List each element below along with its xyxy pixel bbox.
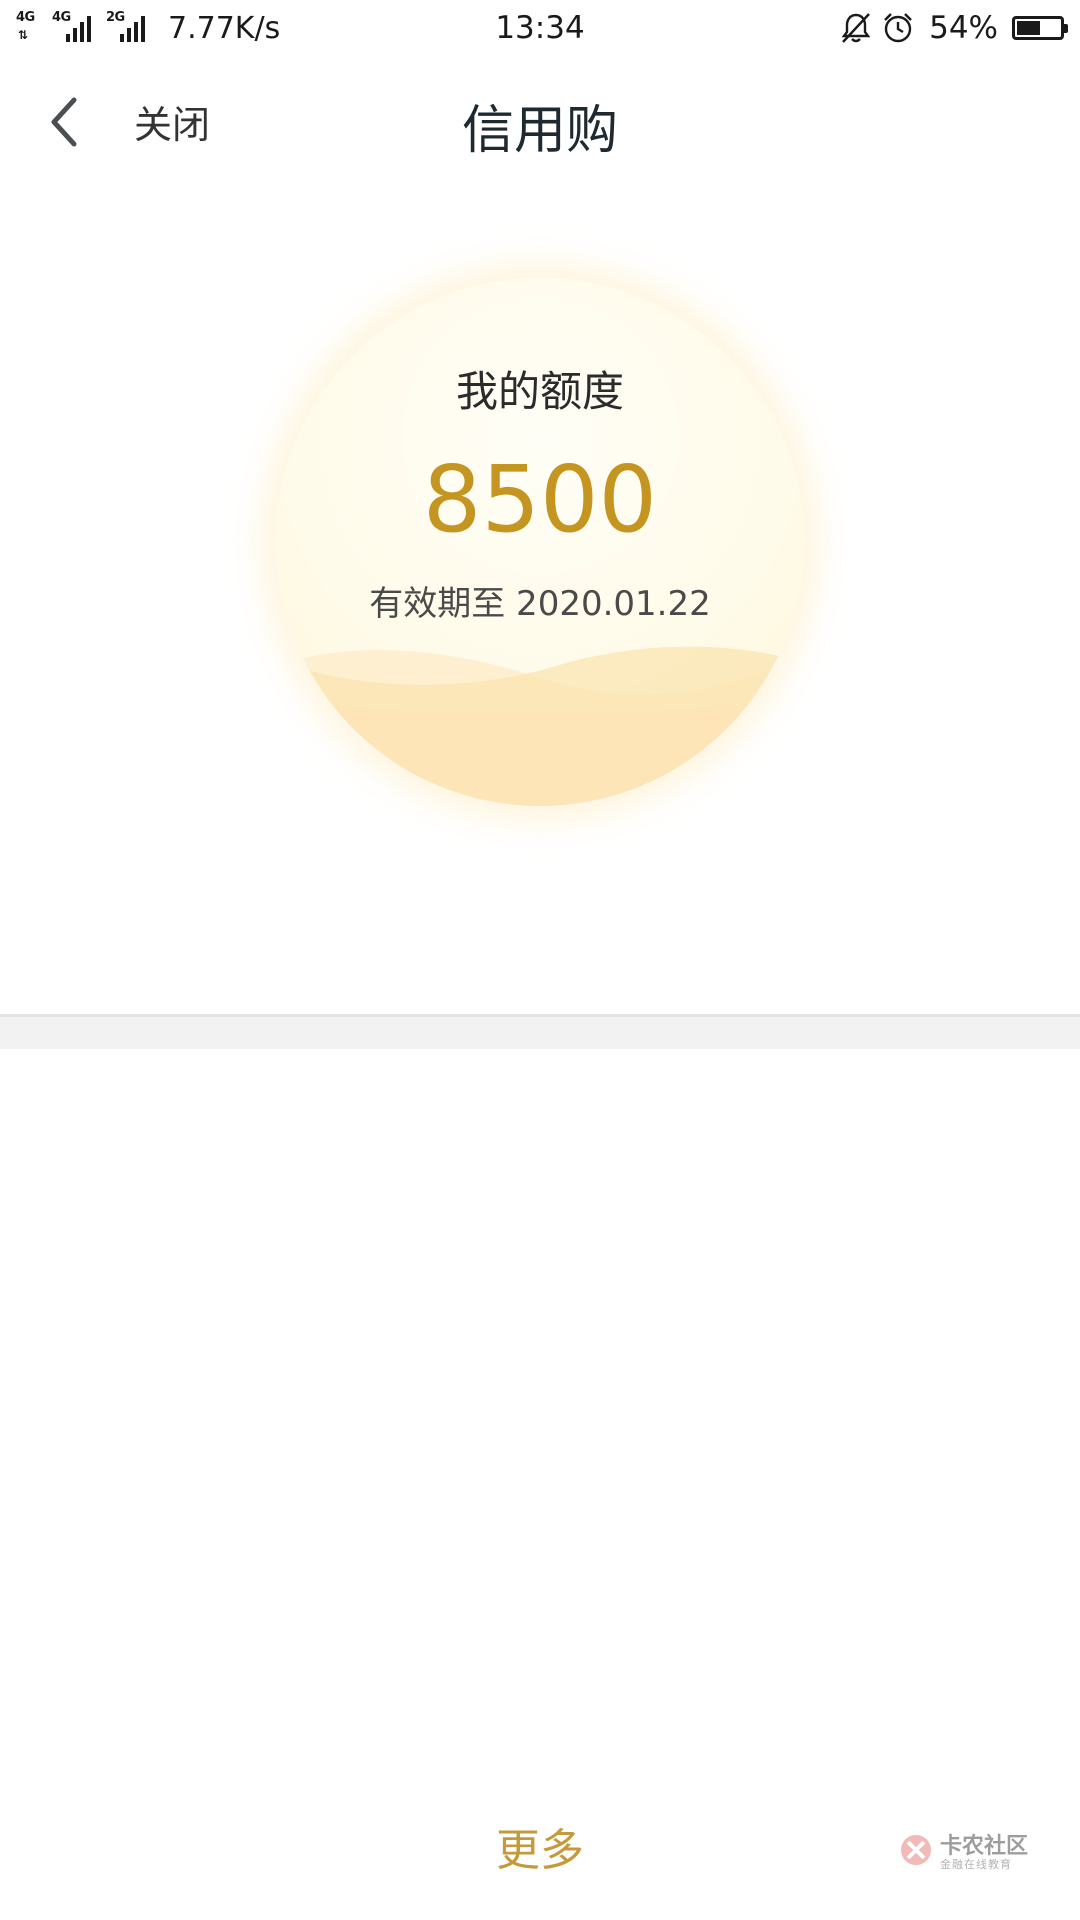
quota-amount: 8500 — [422, 446, 658, 553]
alarm-clock-icon — [884, 13, 912, 43]
page-title: 信用购 — [461, 101, 618, 161]
more-button[interactable]: 更多 — [440, 1814, 640, 1878]
quota-card: 我的额度 8500 有效期至 2020.01.22 — [276, 278, 804, 806]
battery-level — [1017, 21, 1040, 35]
quota-expiry: 有效期至 2020.01.22 — [369, 584, 711, 624]
bell-off-icon — [841, 13, 871, 43]
status-right-group: 54% — [839, 8, 1068, 48]
watermark-subtitle: 金融在线教育 — [940, 1858, 1012, 1871]
watermark-logo: 卡农社区 金融在线教育 — [898, 1826, 1028, 1878]
watermark-icon — [901, 1835, 931, 1865]
credit-purchase-page: 4G ⇅ 4G 2G 7.77K/s 13:34 54% 关闭 信用购 我的额度… — [0, 0, 1080, 1920]
section-divider — [0, 1014, 1080, 1049]
status-bar: 4G ⇅ 4G 2G 7.77K/s 13:34 54% — [0, 0, 1080, 58]
nav-bar: 关闭 信用购 — [0, 58, 1080, 188]
battery-icon — [1012, 16, 1068, 40]
battery-percent: 54% — [929, 10, 998, 46]
quota-label: 我的额度 — [455, 367, 624, 416]
